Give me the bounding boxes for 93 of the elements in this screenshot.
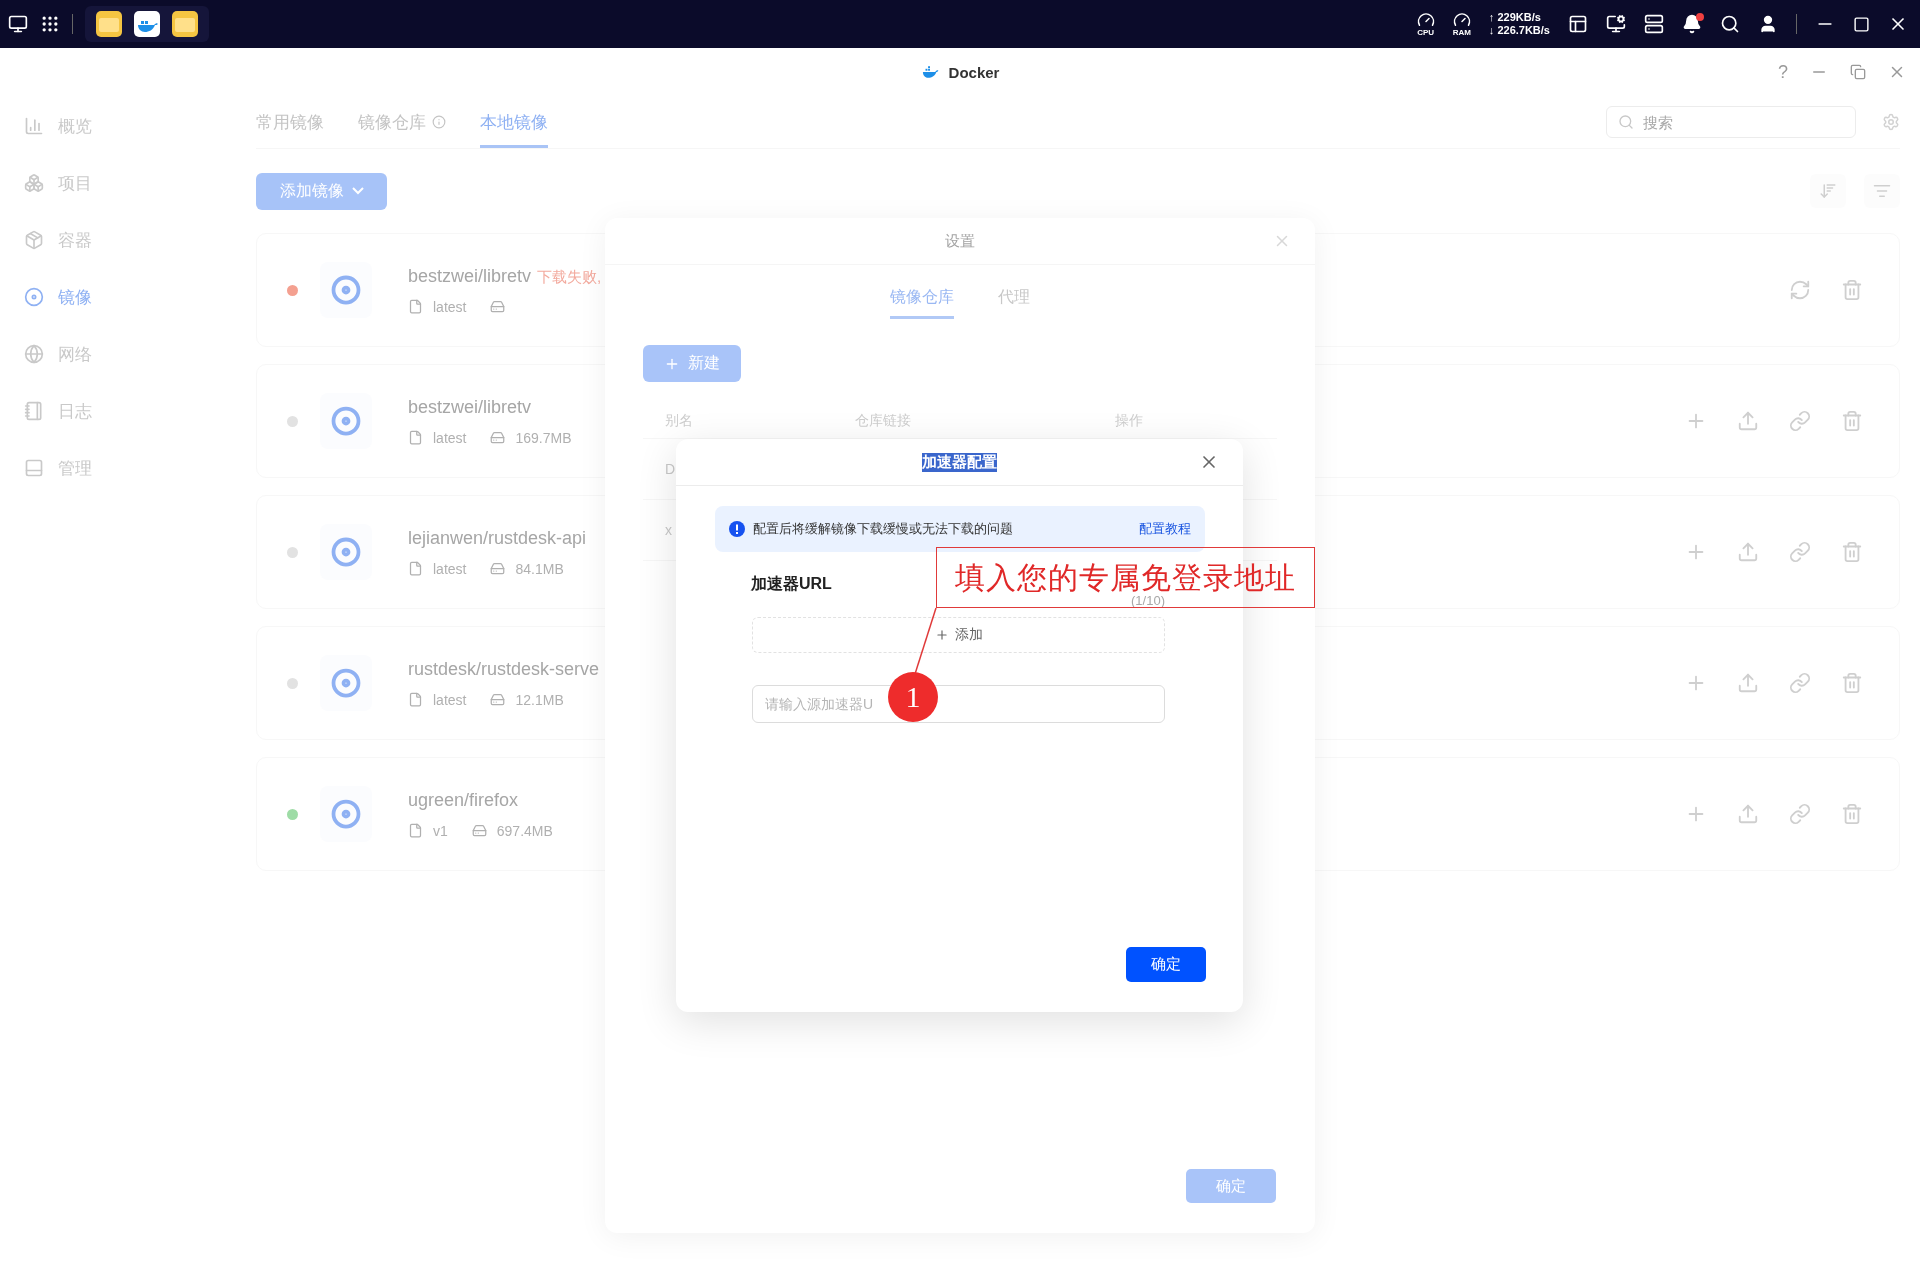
- download-speed: ↓ 226.7KB/s: [1488, 24, 1550, 37]
- tab[interactable]: 镜像仓库: [890, 283, 954, 319]
- help-button[interactable]: ?: [1778, 61, 1788, 83]
- file-icon: [408, 561, 423, 576]
- image-tag: latest: [433, 298, 467, 315]
- alert-icon: [729, 521, 745, 537]
- notice-text: 配置后将缓解镜像下载缓慢或无法下载的问题: [753, 520, 1014, 538]
- whale-app-icon[interactable]: [133, 10, 161, 38]
- file-icon: [408, 823, 423, 838]
- sort-icon: [1819, 182, 1837, 200]
- upload-speed: ↑ 229KB/s: [1488, 11, 1542, 24]
- chevron-down-icon: [351, 187, 364, 195]
- link-icon[interactable]: [1789, 410, 1811, 432]
- trash-icon[interactable]: [1841, 672, 1863, 694]
- image-name: rustdesk/rustdesk-serve: [408, 658, 600, 680]
- file-icon: [408, 430, 423, 445]
- field-label: 加速器URL: [751, 574, 832, 594]
- trash-icon[interactable]: [1841, 541, 1863, 563]
- image-tag: v1: [433, 822, 448, 839]
- add-image-button[interactable]: 添加镜像: [256, 172, 387, 210]
- upload-icon[interactable]: [1737, 803, 1759, 825]
- cubes-icon: [24, 173, 44, 193]
- add-url-button[interactable]: 添加: [752, 617, 1165, 653]
- file-icon: [408, 692, 423, 707]
- image-name: bestzwei/libretv: [408, 265, 532, 287]
- image-name: bestzwei/libretv: [408, 396, 532, 418]
- search-field[interactable]: 搜索: [1606, 106, 1856, 138]
- new-button[interactable]: 新建: [643, 345, 741, 382]
- upload-icon[interactable]: [1737, 410, 1759, 432]
- image-name: ugreen/firefox: [408, 789, 519, 811]
- confirm-button[interactable]: 确定: [1126, 947, 1206, 982]
- dialog-title: 设置: [945, 231, 975, 251]
- drive-icon: [490, 430, 506, 445]
- chart-icon: [24, 116, 44, 136]
- panel-icon[interactable]: [1568, 14, 1588, 34]
- file-icon: [408, 299, 423, 314]
- disc-icon: [24, 287, 44, 307]
- plus-icon: [934, 628, 949, 642]
- notebook-icon: [24, 401, 44, 421]
- cpu-label: CPU: [1417, 29, 1435, 37]
- gauge-icon: [1452, 11, 1471, 29]
- trash-icon[interactable]: [1841, 410, 1863, 432]
- app-grid-icon[interactable]: [40, 14, 60, 34]
- box-icon: [24, 230, 44, 250]
- folder-icon[interactable]: [171, 10, 199, 38]
- upload-icon[interactable]: [1737, 672, 1759, 694]
- drive-icon: [490, 299, 506, 314]
- folder-icon[interactable]: [95, 10, 123, 38]
- image-name: lejianwen/rustdesk-api: [408, 527, 587, 549]
- image-size: 169.7MB: [515, 429, 572, 446]
- trash-icon[interactable]: [1841, 803, 1863, 825]
- restore-icon[interactable]: [1850, 64, 1866, 80]
- drive-icon: [490, 692, 506, 707]
- maximize-icon[interactable]: [1853, 15, 1870, 33]
- settings-icon[interactable]: [1882, 113, 1900, 131]
- callout-text: 填入您的专属免登录地址: [955, 562, 1296, 593]
- image-tag: latest: [433, 429, 467, 446]
- image-tag: latest: [433, 560, 467, 577]
- trash-icon[interactable]: [1841, 279, 1863, 301]
- panel-icon: [24, 458, 44, 478]
- tab[interactable]: 镜像仓库: [358, 96, 446, 148]
- link-icon[interactable]: [1789, 541, 1811, 563]
- image-size: 12.1MB: [515, 691, 564, 708]
- whale-icon: [920, 63, 939, 81]
- ram-label: RAM: [1452, 29, 1471, 37]
- dialog-title: 加速器配置: [922, 452, 997, 472]
- window-title: Docker: [948, 63, 1000, 81]
- image-size: 84.1MB: [515, 560, 564, 577]
- desktop-icon[interactable]: [8, 14, 28, 34]
- link-icon[interactable]: [1789, 672, 1811, 694]
- monitor-icon[interactable]: [1606, 14, 1626, 34]
- drive-icon: [490, 561, 506, 576]
- user-icon[interactable]: [1758, 14, 1778, 34]
- globe-icon: [24, 344, 44, 364]
- server-icon[interactable]: [1644, 14, 1664, 34]
- confirm-button[interactable]: 确定: [1186, 1169, 1276, 1203]
- upload-icon[interactable]: [1737, 541, 1759, 563]
- gauge-icon: [1416, 11, 1435, 29]
- tab[interactable]: 本地镜像: [480, 96, 548, 148]
- refresh-icon[interactable]: [1789, 279, 1811, 301]
- sidebar-item[interactable]: 镜像: [0, 279, 250, 315]
- image-tag: latest: [433, 691, 467, 708]
- bell-icon[interactable]: [1682, 14, 1702, 34]
- search-icon[interactable]: [1720, 14, 1740, 34]
- search-icon: [1618, 114, 1634, 130]
- link-icon[interactable]: [1789, 803, 1811, 825]
- tutorial-link[interactable]: 配置教程: [1139, 520, 1191, 538]
- image-size: 697.4MB: [496, 822, 553, 839]
- drive-icon: [471, 823, 487, 838]
- filter-icon: [1873, 182, 1891, 200]
- tab[interactable]: 常用镜像: [256, 96, 324, 148]
- status-text: 下载失败,: [537, 267, 602, 287]
- url-count: (1/10): [1131, 594, 1165, 607]
